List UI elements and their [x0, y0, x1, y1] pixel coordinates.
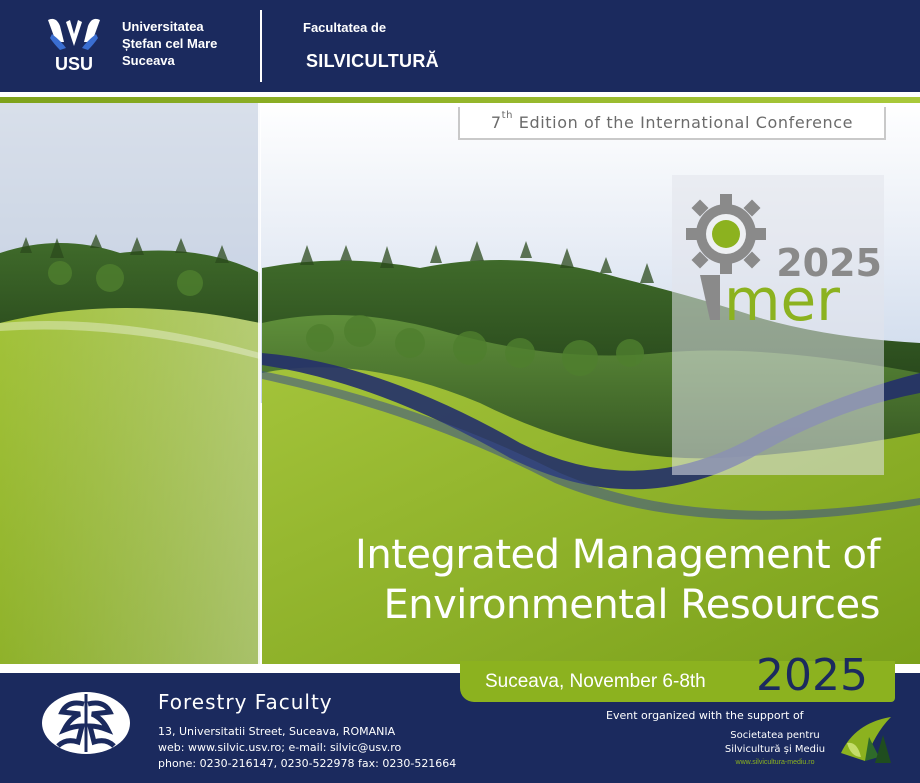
- conference-title: Integrated Management of Environmental R…: [355, 530, 880, 630]
- title-line-2: Environmental Resources: [383, 582, 880, 628]
- imer-logo: 2025 mer: [686, 194, 882, 330]
- university-name: Universitatea Ștefan cel Mare Suceava: [122, 18, 217, 69]
- university-line-2: Ștefan cel Mare: [122, 36, 218, 51]
- faculty-name: SILVICULTURĂ: [306, 51, 439, 71]
- date-box: Suceava, November 6-8th 2025: [460, 650, 895, 702]
- society-line-1: Societatea pentru: [730, 730, 820, 741]
- forestry-faculty-logo-icon: [42, 692, 130, 754]
- edition-text: Edition of the International Conference: [513, 113, 854, 132]
- university-line-1: Universitatea: [122, 19, 204, 34]
- society-line-2: Silvicultură și Mediu: [724, 744, 826, 755]
- footer-web-email: web: www.silvic.usv.ro; e-mail: silvic@u…: [158, 741, 402, 754]
- university-line-3: Suceava: [122, 53, 175, 68]
- society-logo-icon: [841, 717, 891, 763]
- edition-number: 7: [490, 113, 502, 132]
- gear-icon: [686, 194, 766, 274]
- event-location-date: Suceava, November 6-8th: [485, 671, 706, 692]
- header: USU Universitatea Ștefan cel Mare Suceav…: [0, 0, 920, 92]
- edition-superscript: th: [501, 110, 514, 121]
- panel-divider: [258, 103, 261, 673]
- usv-logo-icon: USU: [46, 18, 102, 74]
- forestry-faculty-title: Forestry Faculty: [158, 690, 333, 714]
- footer-phone-fax: phone: 0230-216147, 0230-522978 fax: 023…: [158, 757, 457, 770]
- logo-name: mer: [724, 266, 840, 330]
- header-divider: [260, 10, 262, 82]
- faculty-label: Facultatea de: [303, 20, 387, 35]
- event-year: 2025: [756, 650, 868, 701]
- footer-address: 13, Universitatii Street, Suceava, ROMAN…: [158, 725, 396, 738]
- support-text: Event organized with the support of: [606, 709, 804, 722]
- edition-label: 7th Edition of the International Confere…: [458, 107, 886, 140]
- title-line-1: Integrated Management of: [355, 532, 880, 578]
- society-url[interactable]: www.silvicultura-mediu.ro: [700, 759, 850, 766]
- usv-logo-text: USU: [55, 54, 93, 74]
